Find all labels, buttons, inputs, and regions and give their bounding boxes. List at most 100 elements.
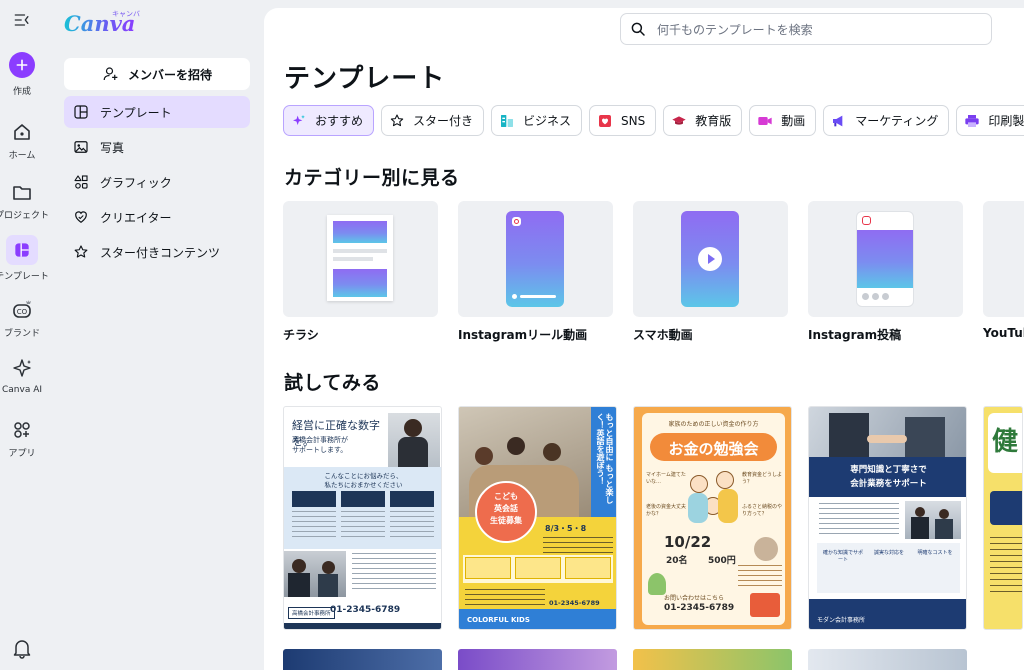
- photo-woman: [388, 413, 440, 467]
- projects-label: プロジェクト: [0, 211, 49, 221]
- chip-starred[interactable]: スター付き: [381, 105, 485, 136]
- chip-education[interactable]: 教育版: [663, 105, 743, 136]
- panel-item-creators[interactable]: クリエイター: [64, 201, 250, 233]
- search-input[interactable]: 何千ものテンプレートを検索: [620, 13, 992, 45]
- page-title: テンプレート: [284, 64, 446, 94]
- plus-icon: [9, 52, 35, 78]
- chip-recommended[interactable]: おすすめ: [283, 105, 375, 136]
- notifications-button[interactable]: [0, 636, 44, 664]
- add-user-icon: [103, 67, 118, 81]
- rail-projects[interactable]: プロジェクト: [0, 180, 49, 221]
- heart-icon: [597, 113, 613, 129]
- create-label: 作成: [12, 87, 31, 97]
- brand-icon: CO: [13, 300, 31, 318]
- template-top: 家族のための正しい資金の作り方: [668, 421, 759, 428]
- photo-handshake: [809, 407, 966, 459]
- chip-label: マーケティング: [855, 114, 939, 128]
- play-icon: [698, 247, 722, 271]
- main-content: 何千ものテンプレートを検索 テンプレート おすすめ スター付き ビジネス SNS…: [264, 8, 1024, 670]
- template-office: 高橋会計事務所: [288, 607, 335, 619]
- panel-item-templates[interactable]: テンプレート: [64, 96, 250, 128]
- rail-brand[interactable]: CO ブランド: [0, 298, 44, 339]
- flyer-thumbnail: [283, 201, 438, 317]
- canva-logo[interactable]: Canva キャンバ: [62, 8, 142, 42]
- template-grid-row: [283, 649, 967, 670]
- apps-label: アプリ: [8, 449, 36, 459]
- chip-label: 動画: [781, 114, 806, 128]
- chip-label: 教育版: [695, 114, 732, 128]
- chip-marketing[interactable]: マーケティング: [823, 105, 950, 136]
- template-card-partial[interactable]: [458, 649, 617, 670]
- family-illustration: [688, 469, 740, 525]
- template-date: 8/3・5・8: [545, 524, 587, 533]
- category-instagram-reel[interactable]: Instagramリール動画: [458, 201, 613, 343]
- panel-item-photos[interactable]: 写真: [64, 131, 250, 163]
- panel-item-starred[interactable]: スター付きコンテンツ: [64, 236, 250, 268]
- panel-item-graphics[interactable]: グラフィック: [64, 166, 250, 198]
- category-flyer[interactable]: チラシ: [283, 201, 438, 343]
- panel-item-label: グラフィック: [100, 175, 172, 190]
- template-grid: 経営に正確な数字を。 高橋会計事務所が サポートします。 こんなことにお悩みだら…: [283, 406, 1023, 630]
- template-phone: 01-2345-6789: [330, 605, 401, 615]
- home-label: ホーム: [8, 151, 36, 161]
- sparkle-icon: [13, 359, 31, 377]
- panel-item-label: テンプレート: [100, 105, 172, 120]
- template-question: マイホーム建てたいな…: [646, 472, 686, 485]
- template-card-money-study[interactable]: 家族のための正しい資金の作り方 お金の勉強会 マイホーム建てたいな… 教育資金ど…: [633, 406, 792, 630]
- template-title: 会計業務をサポート: [850, 479, 927, 489]
- template-side-text: もっと自由に もっと楽しく！英語を遊ぼう！: [596, 413, 614, 504]
- collapse-menu-button[interactable]: [0, 10, 44, 34]
- bell-icon: [13, 640, 31, 659]
- template-office: モダン会計事務所: [817, 617, 866, 624]
- template-capacity: 20名: [666, 556, 688, 566]
- chip-print[interactable]: 印刷製品: [956, 105, 1024, 136]
- template-title: お金の勉強会: [668, 440, 759, 458]
- create-button[interactable]: 作成: [0, 52, 44, 97]
- invite-label: メンバーを招待: [127, 67, 212, 82]
- template-badge: こども: [494, 492, 518, 501]
- panel-item-label: スター付きコンテンツ: [100, 245, 221, 260]
- home-icon: [14, 124, 30, 140]
- template-card-health[interactable]: 健: [983, 406, 1023, 630]
- panel-nav: テンプレート 写真 グラフィック クリエイター スター付きコンテンツ: [64, 96, 250, 271]
- chart-icon: [499, 113, 515, 129]
- template-card-modern-accounting[interactable]: 専門知識と丁寧さで 会計業務をサポート 確かな知識でサポート 誠実な対応を 明確…: [808, 406, 967, 630]
- chip-sns[interactable]: SNS: [589, 105, 657, 136]
- template-bullet: 明確なコストを: [917, 550, 953, 556]
- video-icon: [757, 113, 773, 129]
- chip-video[interactable]: 動画: [749, 105, 817, 136]
- chip-label: おすすめ: [315, 114, 364, 128]
- invite-members-button[interactable]: メンバーを招待: [64, 58, 250, 90]
- template-title: 健: [992, 427, 1019, 457]
- rail-canva-ai[interactable]: Canva AI: [0, 357, 44, 395]
- chip-business[interactable]: ビジネス: [491, 105, 583, 136]
- template-card-partial[interactable]: [808, 649, 967, 670]
- star-icon: [74, 245, 88, 258]
- template-ribbon: 私たちにおまかせください: [324, 481, 403, 489]
- category-label: チラシ: [283, 328, 319, 342]
- left-rail: 作成 ホーム プロジェクト テンプレート CO ブランド Canva AI アプ…: [0, 0, 49, 670]
- search-placeholder: 何千ものテンプレートを検索: [657, 22, 813, 37]
- section-try-title: 試してみる: [284, 372, 381, 394]
- graduation-icon: [671, 113, 687, 129]
- category-instagram-post[interactable]: Instagram投稿: [808, 201, 963, 343]
- section-categories-title: カテゴリー別に見る: [284, 167, 460, 189]
- chip-label: ビジネス: [523, 114, 572, 128]
- heart-icon: [75, 211, 87, 223]
- phone-video-thumbnail: [633, 201, 788, 317]
- template-card-kids-english[interactable]: もっと自由に もっと楽しく！英語を遊ぼう！ こども 英会話 生徒募集 8/3・5…: [458, 406, 617, 630]
- template-question: 老後の資金大丈夫かな？: [646, 504, 687, 517]
- template-card-accounting[interactable]: 経営に正確な数字を。 高橋会計事務所が サポートします。 こんなことにお悩みだら…: [283, 406, 442, 630]
- template-contact: お問い合わせはこちら: [664, 595, 725, 602]
- category-youtube[interactable]: YouTube: [983, 201, 1024, 343]
- template-fee: 500円: [708, 556, 736, 566]
- reel-thumbnail: [458, 201, 613, 317]
- template-card-partial[interactable]: [633, 649, 792, 670]
- template-card-partial[interactable]: [283, 649, 442, 670]
- rail-home[interactable]: ホーム: [0, 120, 44, 161]
- rail-templates[interactable]: テンプレート: [0, 235, 49, 282]
- canva-ai-label: Canva AI: [1, 385, 43, 395]
- template-icon: [6, 235, 38, 265]
- rail-apps[interactable]: アプリ: [0, 418, 44, 459]
- category-phone-video[interactable]: スマホ動画: [633, 201, 788, 343]
